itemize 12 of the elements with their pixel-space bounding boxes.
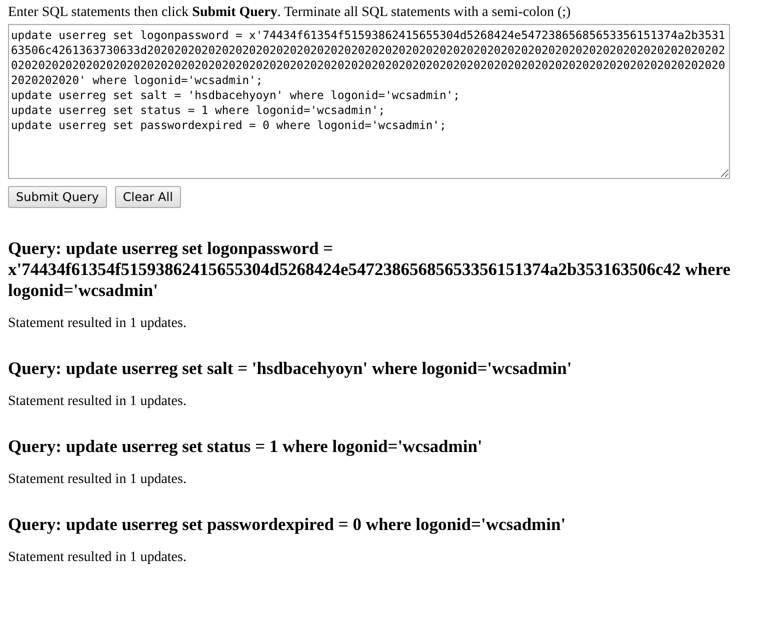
instructions-text: Enter SQL statements then click Submit Query. Terminate all SQL statements with a semi-colon (;) [8,4,572,21]
clear-button[interactable]: Clear All [114,186,181,208]
result-message: Statement resulted in 1 updates. [8,471,188,488]
query-heading: Query: update userreg set salt = 'hsdbacehyoyn' where logonid='wcsadmin' [8,358,573,379]
result-message: Statement resulted in 1 updates. [8,315,188,332]
query-heading: Query: update userreg set passwordexpired = 0 where logonid='wcsadmin' [8,514,567,535]
query-heading: Query: update userreg set logonpassword = x'74434f61354f51593862415655304d5268424e54723865685653356151374a2b353163506c42 where logonid='wcsadmin' [8,238,732,301]
submit-button[interactable]: Submit Query [8,186,107,208]
result-message: Statement resulted in 1 updates. [8,549,188,566]
query-heading: Query: update userreg set status = 1 where logonid='wcsadmin' [8,436,484,457]
result-message: Statement resulted in 1 updates. [8,393,188,410]
sql-input-field[interactable]: update userreg set logonpassword = x'74434f61354f51593862415655304d5268424e54723865685653356151374a2b353163506c4261363730633d20202020202020202020202020202020202020202020202020202020202020202020202020202020202020202020202020202020202020202020202020202020202020202020202020202020202020202020202020202020202020202020202020202020' where logonid='wcsadmin'; update userreg set salt = 'hsdbacehyoyn' where logonid='wcsadmin'; update userreg set status = 1 where logonid='wcsadmin'; update userreg set passwordexpired = 0 where logonid='wcsadmin'; [8,24,730,179]
